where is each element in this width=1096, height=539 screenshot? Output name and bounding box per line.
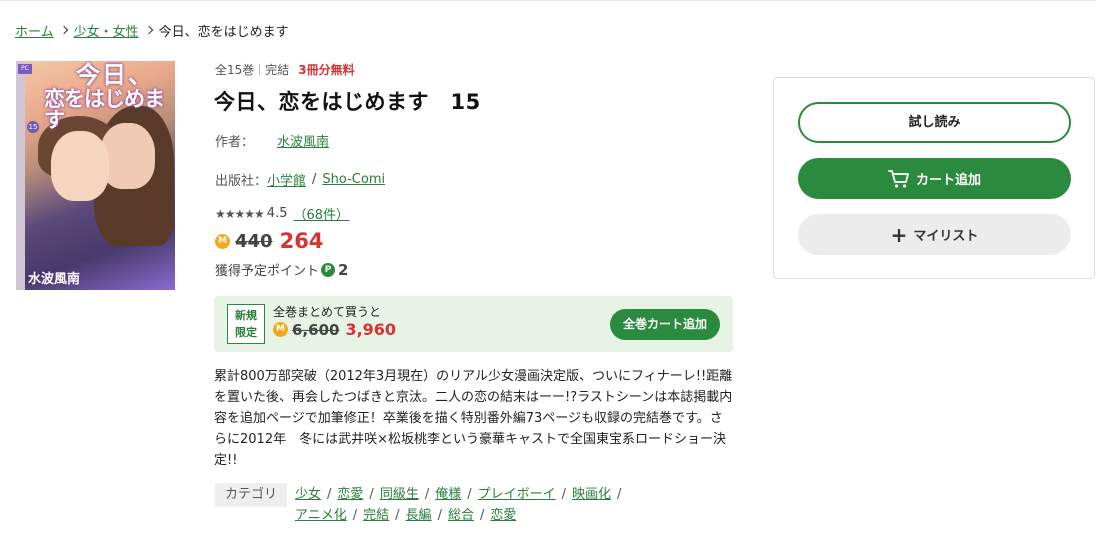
category-list: 少女 / 恋愛 / 同級生 / 俺様 / プレイボーイ / 映画化 / アニメ化 / 完結 / 長編 / 総合 / 恋愛 [295,484,675,526]
points-label: 獲得予定ポイント [215,264,320,279]
category-link[interactable]: プレイボーイ [478,487,556,502]
coin-icon: M [273,322,288,337]
category-link[interactable]: 同級生 [380,487,419,502]
add-all-to-cart-button[interactable]: 全巻カート追加 [610,309,720,340]
purchase-panel: 試し読み カート追加 + マイリスト [773,77,1095,279]
review-count-link[interactable]: （68件） [293,204,349,223]
volume-meta: 全15巻 完結 3冊分無料 [215,61,355,78]
magazine-link[interactable]: Sho-Comi [322,172,385,187]
category-link[interactable]: 恋愛 [337,487,363,502]
page-title: 今日、恋をはじめます 15 [214,90,481,114]
rating-row: ★★★★★ 4.5 （68件） [215,204,349,223]
new-limited-badge: 新規 限定 [227,304,265,344]
divider [259,64,261,75]
cover-title-line1: 今日、 [76,61,154,89]
separator: / [561,487,567,502]
category-link[interactable]: 長編 [406,508,432,523]
separator: / [327,487,332,502]
separator: / [437,508,442,523]
separator: / [617,487,622,502]
separator: / [312,172,317,187]
breadcrumb-home-link[interactable]: ホーム [15,21,54,40]
add-to-cart-label: カート追加 [915,173,981,188]
completion-status: 完結 [265,63,290,77]
separator: / [369,487,374,502]
author-link[interactable]: 水波風南 [277,131,329,150]
plus-icon: + [890,222,908,247]
cover-volume-badge: 15 [27,121,39,133]
sale-price: 264 [279,229,324,253]
book-cover-image[interactable]: PC 今日、 恋をはじめます 15 水波風南 [16,61,175,290]
publisher-link[interactable]: 小学館 [267,170,306,189]
bundle-offer: 新規 限定 全巻まとめて買うと M 6,600 3,960 全巻カート追加 [214,296,733,352]
separator: / [467,487,472,502]
add-to-cart-button[interactable]: カート追加 [798,158,1071,199]
points-value: 2 [338,260,349,279]
rating-score: 4.5 [266,206,288,221]
author-label: 作者： [215,135,255,150]
separator: / [479,508,485,523]
point-icon: P [321,262,336,277]
category-label: カテゴリ [215,483,287,507]
mylist-label: マイリスト [913,229,979,244]
breadcrumb-category-link[interactable]: 少女・女性 [74,21,139,40]
breadcrumb: ホーム 少女・女性 今日、恋をはじめます [15,20,289,40]
chevron-right-icon [59,25,68,35]
original-price: 440 [235,230,273,252]
category-link[interactable]: 少女 [295,487,321,502]
category-link[interactable]: 総合 [448,508,474,523]
points-row: 獲得予定ポイント P 2 [215,260,349,280]
category-link[interactable]: 恋愛 [490,508,516,523]
coin-icon: M [215,233,230,249]
bundle-description: 全巻まとめて買うと [273,305,382,319]
cart-icon [888,169,909,188]
trial-read-button[interactable]: 試し読み [798,102,1071,143]
add-to-mylist-button[interactable]: + マイリスト [798,214,1071,255]
book-description: 累計800万部突破（2012年3月現在）のリアル少女漫画決定版、ついにフィナーレ… [214,369,733,468]
category-link[interactable]: アニメ化 [295,508,347,523]
volume-count: 全15巻 [215,63,255,77]
category-link[interactable]: 映画化 [572,487,611,502]
bundle-price: M 6,600 3,960 [273,320,396,339]
cover-spine [16,61,25,290]
category-link[interactable]: 完結 [363,508,389,523]
publisher-label: 出版社： [215,174,268,189]
publisher-logo: PC [18,64,32,74]
author-row: 作者： 水波風南 [215,131,329,150]
free-volumes-badge: 3冊分無料 [298,63,355,77]
separator: / [395,508,400,523]
badge-line: 新規 [235,309,257,322]
top-divider [0,0,1096,1]
chevron-right-icon [144,25,153,35]
separator: / [424,487,430,502]
cover-title-line2: 恋をはじめます [44,87,165,132]
cover-title: 今日、 恋をはじめます [44,63,174,131]
cover-art-figure [51,131,109,201]
category-link[interactable]: 俺様 [435,487,461,502]
bundle-sale-price: 3,960 [345,320,397,339]
price-row: M 440 264 [215,229,323,253]
separator: / [352,508,358,523]
breadcrumb-current: 今日、恋をはじめます [158,24,289,40]
cover-author: 水波風南 [28,272,81,287]
publisher-row: 出版社： 小学館 / Sho-Comi [215,170,385,189]
star-rating-icon: ★★★★★ [215,206,265,221]
badge-line: 限定 [235,326,257,339]
bundle-original-price: 6,600 [292,320,340,339]
